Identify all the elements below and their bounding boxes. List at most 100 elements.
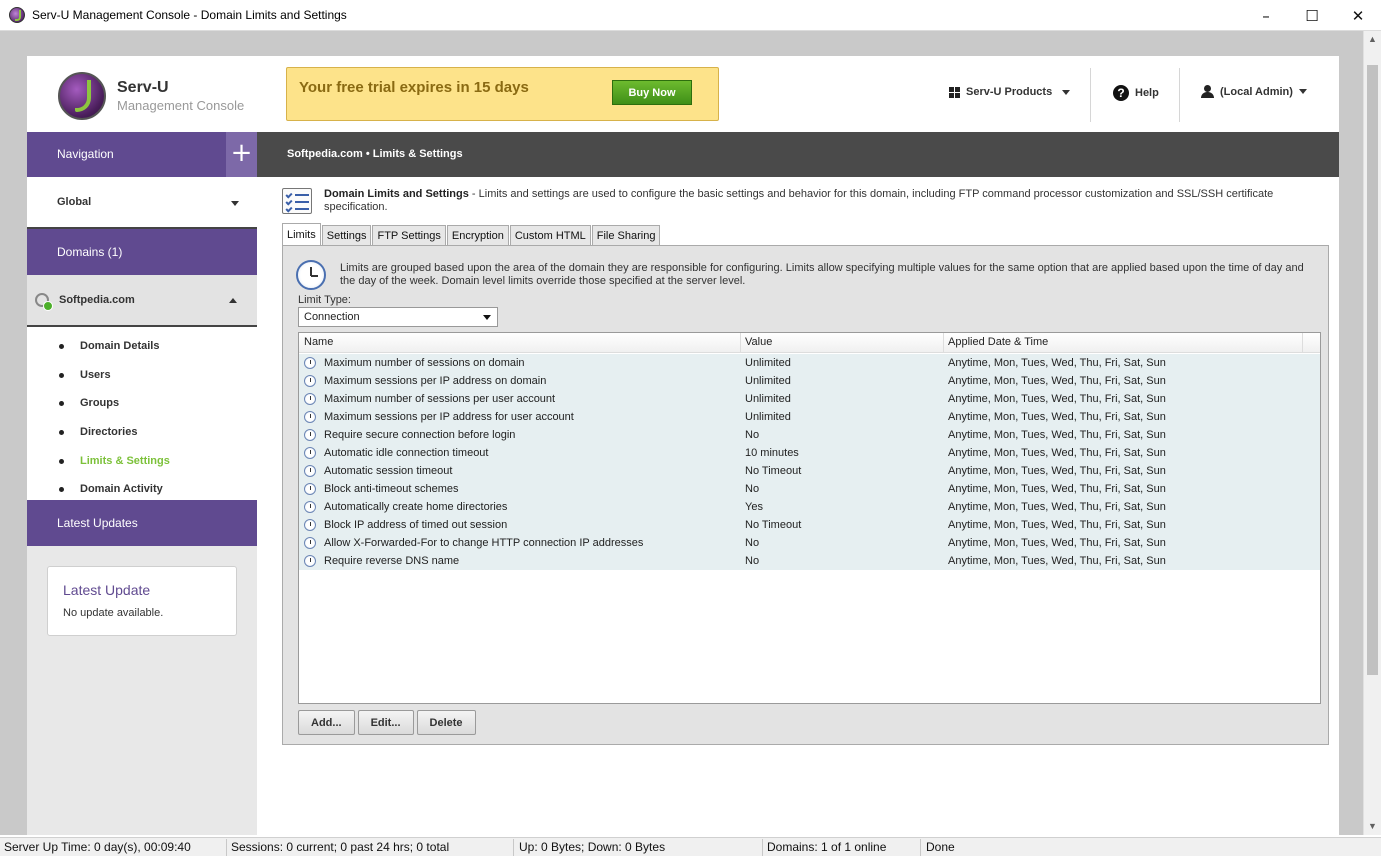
user-icon	[1201, 85, 1214, 98]
limit-name: Require reverse DNS name	[324, 555, 460, 567]
products-label: Serv-U Products	[966, 86, 1053, 98]
chevron-up-icon	[229, 298, 237, 303]
main-content: Softpedia.com • Limits & Settings Domain…	[257, 132, 1339, 835]
clock-icon	[296, 260, 326, 290]
status-bar: Server Up Time: 0 day(s), 00:09:40 Sessi…	[0, 837, 1381, 856]
tab-encryption[interactable]: Encryption	[446, 225, 509, 245]
column-header-value[interactable]: Value	[745, 336, 772, 348]
chevron-down-icon	[483, 315, 491, 320]
sidebar-item-domain-details[interactable]: Domain Details	[58, 340, 159, 352]
column-divider	[740, 333, 741, 353]
column-header-name[interactable]: Name	[304, 336, 333, 348]
status-transfer: Up: 0 Bytes; Down: 0 Bytes	[519, 840, 666, 854]
status-divider	[226, 839, 227, 856]
tab-limits[interactable]: Limits	[282, 223, 321, 245]
limit-type-select[interactable]: Connection	[298, 307, 498, 327]
tab-ftp-settings[interactable]: FTP Settings	[372, 225, 446, 245]
limit-name: Maximum sessions per IP address on domai…	[324, 375, 547, 387]
close-button[interactable]: ✕	[1335, 0, 1381, 31]
domain-nav-list: Domain Details Users Groups Directories …	[27, 327, 257, 500]
limit-applied-time: Anytime, Mon, Tues, Wed, Thu, Fri, Sat, …	[948, 429, 1166, 441]
tab-file-sharing[interactable]: File Sharing	[591, 225, 661, 245]
limit-value: No Timeout	[745, 465, 802, 477]
scroll-down-icon[interactable]: ▼	[1364, 818, 1381, 835]
minimize-button[interactable]: –	[1243, 0, 1289, 31]
table-row[interactable]: Require secure connection before login No…	[299, 426, 1320, 444]
latest-updates-header[interactable]: Latest Updates	[27, 500, 257, 546]
table-row[interactable]: Maximum number of sessions on domain Unli…	[299, 354, 1320, 372]
limit-name: Allow X-Forwarded-For to change HTTP con…	[324, 537, 644, 549]
sidebar-item-directories[interactable]: Directories	[58, 426, 137, 438]
user-menu[interactable]: (Local Admin)	[1201, 85, 1307, 98]
breadcrumb: Softpedia.com • Limits & Settings	[257, 132, 1339, 177]
table-row[interactable]: Maximum number of sessions per user acco…	[299, 390, 1320, 408]
status-domains: Domains: 1 of 1 online	[767, 840, 887, 854]
limit-value: Unlimited	[745, 393, 791, 405]
limit-value: Unlimited	[745, 375, 791, 387]
limit-clock-icon	[304, 447, 316, 459]
column-divider	[943, 333, 944, 353]
limit-value: No Timeout	[745, 519, 802, 531]
scroll-up-icon[interactable]: ▲	[1364, 31, 1381, 48]
sidebar-item-domain[interactable]: Softpedia.com	[27, 275, 257, 327]
limits-description: Limits are grouped based upon the area o…	[340, 262, 1304, 287]
limit-applied-time: Anytime, Mon, Tues, Wed, Thu, Fri, Sat, …	[948, 537, 1166, 549]
table-row[interactable]: Automatically create home directories Yes…	[299, 498, 1320, 516]
help-button[interactable]: ? Help	[1113, 85, 1159, 101]
sidebar-item-groups[interactable]: Groups	[58, 397, 119, 409]
tab-custom-html[interactable]: Custom HTML	[509, 225, 591, 245]
table-row[interactable]: Block anti-timeout schemes No Anytime, Mon…	[299, 480, 1320, 498]
app-icon	[9, 7, 25, 23]
serv-u-products-menu[interactable]: Serv-U Products	[949, 86, 1071, 98]
limit-applied-time: Anytime, Mon, Tues, Wed, Thu, Fri, Sat, …	[948, 519, 1166, 531]
delete-button[interactable]: Delete	[416, 710, 476, 735]
limit-value: No	[745, 429, 760, 441]
chevron-down-icon	[231, 201, 239, 206]
buy-now-button[interactable]: Buy Now	[612, 80, 692, 105]
status-divider	[920, 839, 921, 856]
limit-clock-icon	[304, 519, 316, 531]
help-icon: ?	[1113, 85, 1129, 101]
column-divider	[1302, 333, 1303, 353]
add-icon[interactable]: +	[226, 132, 257, 177]
products-grid-icon	[949, 86, 960, 98]
limit-name: Maximum number of sessions on domain	[324, 357, 525, 369]
sidebar-item-global[interactable]: Global	[27, 177, 257, 229]
window-titlebar: Serv-U Management Console - Domain Limit…	[0, 0, 1381, 31]
brand-name: Serv-U	[117, 79, 169, 96]
add-button[interactable]: Add...	[298, 710, 355, 735]
table-row[interactable]: Require reverse DNS name No Anytime, Mon, …	[299, 552, 1320, 570]
table-row[interactable]: Automatic idle connection timeout 10 minu…	[299, 444, 1320, 462]
status-divider	[513, 839, 514, 856]
table-row[interactable]: Maximum sessions per IP address on domai…	[299, 372, 1320, 390]
limit-clock-icon	[304, 357, 316, 369]
table-row[interactable]: Allow X-Forwarded-For to change HTTP con…	[299, 534, 1320, 552]
limit-applied-time: Anytime, Mon, Tues, Wed, Thu, Fri, Sat, …	[948, 501, 1166, 513]
limit-clock-icon	[304, 411, 316, 423]
tab-settings[interactable]: Settings	[321, 225, 372, 245]
maximize-button[interactable]: ☐	[1289, 0, 1335, 31]
sidebar-item-domain-activity[interactable]: Domain Activity	[59, 483, 163, 495]
navigation-header: Navigation +	[27, 132, 257, 177]
sidebar-domains-header[interactable]: Domains (1)	[27, 229, 257, 275]
limit-clock-icon	[304, 555, 316, 567]
vertical-scrollbar[interactable]: ▲ ▼	[1363, 31, 1381, 835]
edit-button[interactable]: Edit...	[357, 710, 414, 735]
sidebar-item-limits-settings[interactable]: Limits & Settings	[59, 455, 170, 467]
checklist-icon	[282, 188, 312, 214]
column-header-applied[interactable]: Applied Date & Time	[948, 336, 1048, 348]
domain-name: Softpedia.com	[59, 294, 135, 306]
table-row[interactable]: Automatic session timeout No Timeout Anyti…	[299, 462, 1320, 480]
limit-clock-icon	[304, 393, 316, 405]
limit-value: 10 minutes	[745, 447, 799, 459]
limit-applied-time: Anytime, Mon, Tues, Wed, Thu, Fri, Sat, …	[948, 483, 1166, 495]
globe-icon	[35, 293, 53, 311]
limit-value: No	[745, 537, 760, 549]
sidebar-item-users[interactable]: Users	[59, 369, 111, 381]
console: Serv-U Management Console Your free tria…	[27, 56, 1339, 835]
scroll-thumb[interactable]	[1367, 65, 1378, 675]
table-row[interactable]: Maximum sessions per IP address for user…	[299, 408, 1320, 426]
window-controls: – ☐ ✕	[1243, 0, 1381, 31]
table-row[interactable]: Block IP address of timed out session No …	[299, 516, 1320, 534]
action-buttons: Add... Edit... Delete	[298, 710, 476, 735]
